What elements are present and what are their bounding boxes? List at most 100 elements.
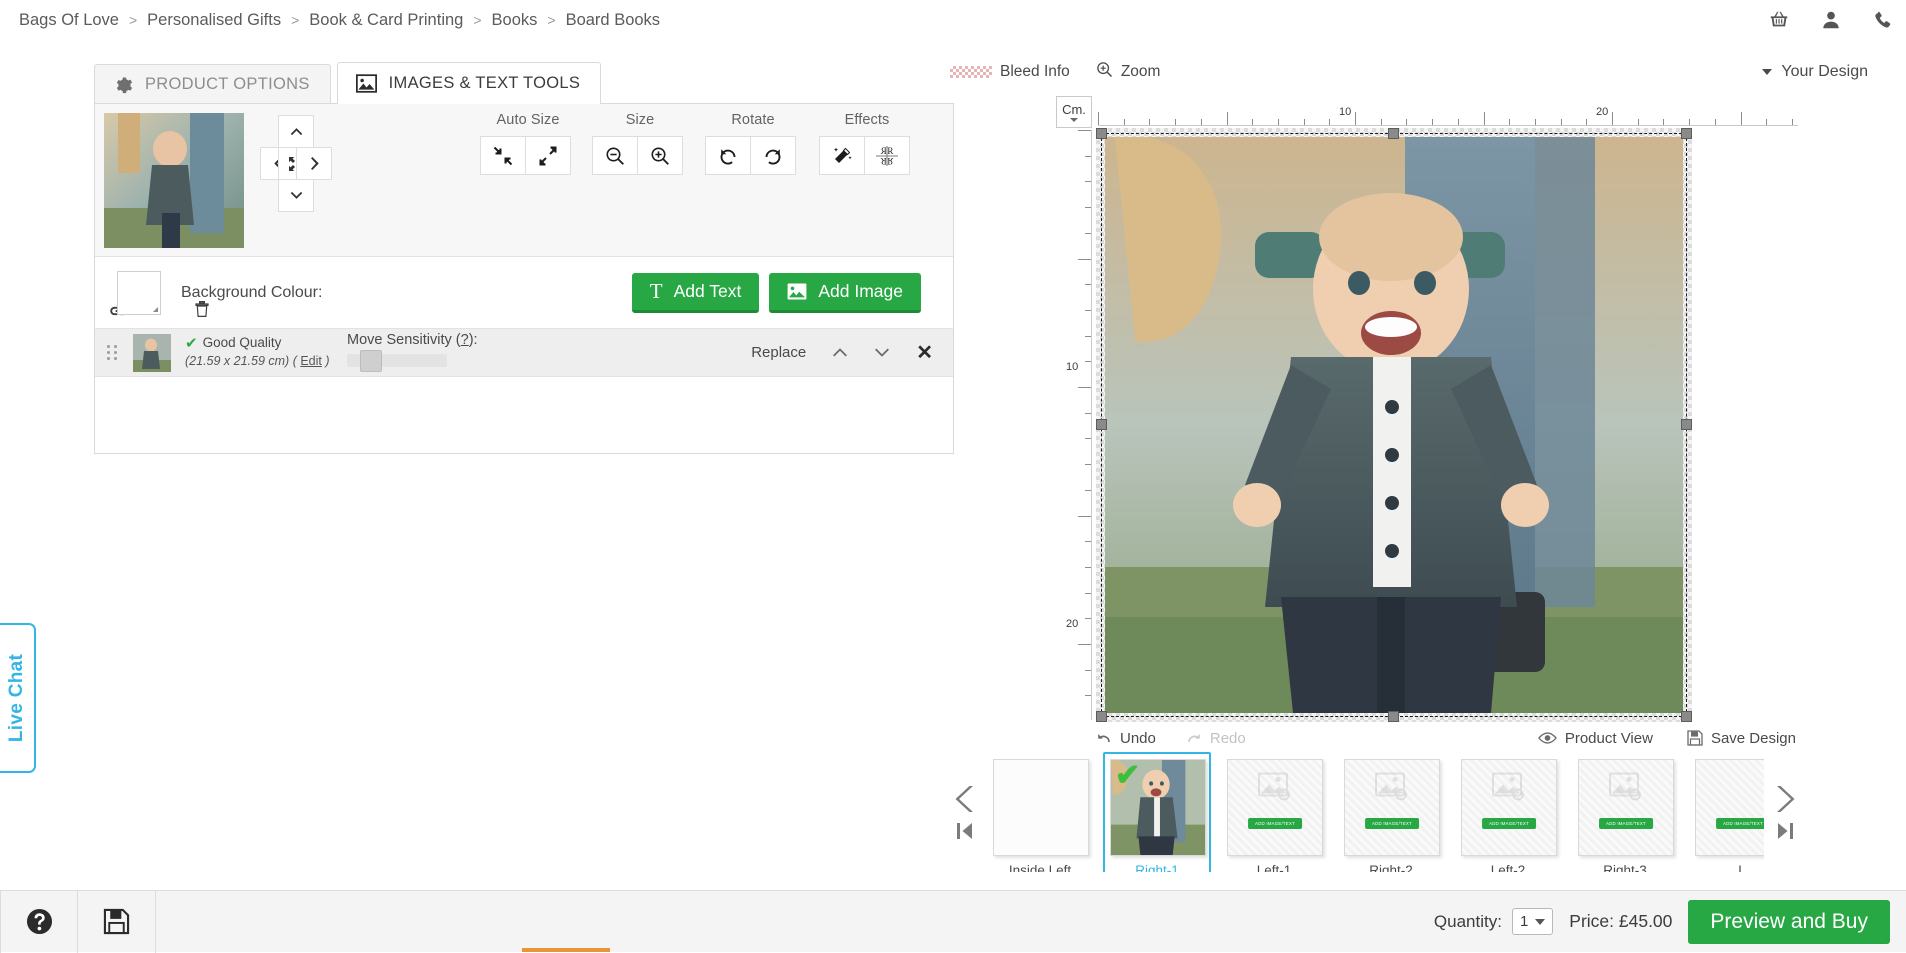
auto-size-fit-button[interactable]	[480, 136, 526, 175]
page-add-button[interactable]: ADD IMAGE/TEXT	[1248, 818, 1302, 829]
ruler-tick	[1637, 119, 1639, 125]
quantity-select[interactable]: 1	[1511, 908, 1554, 935]
rotate-left-button[interactable]	[705, 136, 751, 175]
drag-handle-icon[interactable]	[107, 345, 123, 360]
design-canvas[interactable]	[1096, 128, 1692, 722]
tool-group-label: Rotate	[731, 112, 775, 128]
auto-size-fill-button[interactable]	[525, 136, 571, 175]
your-design-dropdown[interactable]: Your Design	[1762, 63, 1896, 81]
bleed-info-button[interactable]: Bleed Info	[950, 63, 1070, 81]
undo-label: Undo	[1120, 729, 1156, 747]
slider-knob[interactable]	[360, 350, 382, 372]
layer-actions: Replace ✕	[751, 343, 933, 363]
breadcrumb-item-2[interactable]: Book & Card Printing	[300, 11, 472, 30]
ruler-unit-selector[interactable]: Cm.	[1056, 96, 1092, 128]
page-thumb-left-2[interactable]: ADD IMAGE/TEXT Left-2	[1454, 752, 1562, 872]
breadcrumb-item-4[interactable]: Board Books	[557, 11, 669, 30]
tab-images-text-tools[interactable]: IMAGES & TEXT TOOLS	[336, 62, 602, 104]
layer-move-down-button[interactable]	[874, 347, 890, 358]
page-thumb-right-3[interactable]: ADD IMAGE/TEXT Right-3	[1571, 752, 1679, 872]
image-placeholder-icon	[1375, 772, 1409, 805]
page-thumb-inside-left[interactable]: Inside Left	[986, 752, 1094, 872]
move-right-button[interactable]	[296, 147, 332, 180]
pages-prev-nav[interactable]	[944, 784, 986, 841]
artwork-image[interactable]	[1105, 137, 1683, 713]
image-placeholder-icon	[1609, 772, 1643, 805]
layer-dimensions: (21.59 x 21.59 cm) ( Edit )	[185, 354, 330, 370]
chevron-down-icon	[1070, 117, 1078, 122]
page-add-button[interactable]: ADD IMAGE/TEXT	[1716, 818, 1764, 829]
bleed-pattern-icon	[950, 66, 992, 78]
page-label: Right-1	[1135, 863, 1179, 872]
help-button[interactable]	[0, 890, 78, 953]
ruler-label: 10	[1339, 106, 1352, 118]
page-add-button[interactable]: ADD IMAGE/TEXT	[1599, 818, 1653, 829]
first-page-icon[interactable]	[956, 821, 974, 841]
pages-next-nav[interactable]	[1764, 784, 1806, 841]
page-add-button[interactable]: ADD IMAGE/TEXT	[1365, 818, 1419, 829]
last-page-icon[interactable]	[1776, 821, 1794, 841]
page-add-button[interactable]: ADD IMAGE/TEXT	[1482, 818, 1536, 829]
undo-button[interactable]: Undo	[1096, 730, 1156, 747]
pages-strip: Inside Left ✔ Right-1 ADD IMAGE/TEXT Lef…	[944, 752, 1806, 872]
chevron-left-icon[interactable]	[953, 784, 977, 814]
layer-edit-link[interactable]: Edit	[300, 354, 322, 368]
layer-thumbnail[interactable]	[133, 333, 171, 372]
move-dpad	[260, 115, 332, 212]
layer-replace-button[interactable]: Replace	[751, 344, 806, 361]
product-view-button[interactable]: Product View	[1537, 730, 1653, 747]
zoom-button[interactable]: Zoom	[1096, 61, 1161, 83]
move-sensitivity-slider[interactable]	[347, 350, 447, 372]
tool-group-label: Auto Size	[496, 112, 560, 128]
save-button[interactable]	[78, 890, 156, 953]
move-up-button[interactable]	[278, 115, 314, 148]
rotate-right-button[interactable]	[750, 136, 796, 175]
price-label: Price: £45.00	[1569, 911, 1673, 931]
zoom-out-button[interactable]	[592, 136, 638, 175]
zoom-label: Zoom	[1120, 63, 1161, 80]
flip-mirror-button[interactable]: R R R R	[864, 136, 910, 175]
ruler-unit-label: Cm.	[1062, 101, 1086, 117]
top-bar: Bags Of Love > Personalised Gifts > Book…	[0, 0, 1906, 40]
save-design-button[interactable]: Save Design	[1687, 730, 1796, 747]
layer-move-up-button[interactable]	[832, 347, 848, 358]
basket-icon[interactable]	[1768, 9, 1790, 31]
layer-dimensions-text: (21.59 x 21.59 cm) (	[185, 354, 297, 369]
layer-list-item[interactable]: ✔ Good Quality (21.59 x 21.59 cm) ( Edit…	[95, 329, 953, 377]
layer-list-empty-area	[95, 377, 953, 453]
tool-group-rotate: Rotate	[705, 112, 801, 175]
chevron-right-icon[interactable]	[1773, 784, 1797, 814]
ruler-tick	[1406, 119, 1408, 125]
page-label: Inside Left	[1008, 863, 1072, 872]
add-image-button[interactable]: Add Image	[769, 272, 921, 313]
ruler-tick	[1663, 119, 1665, 125]
page-thumb-right-2[interactable]: ADD IMAGE/TEXT Right-2	[1337, 752, 1445, 872]
ruler-tick	[1085, 207, 1091, 209]
your-design-label: Your Design	[1781, 63, 1868, 80]
account-icon[interactable]	[1820, 9, 1842, 31]
ruler-tick	[1329, 119, 1331, 125]
ruler-tick	[1303, 119, 1305, 125]
phone-icon[interactable]	[1872, 9, 1894, 31]
horizontal-ruler: 10 20	[1098, 100, 1798, 126]
move-sensitivity-help[interactable]: ?	[461, 332, 469, 348]
tab-product-options[interactable]: PRODUCT OPTIONS	[94, 64, 331, 104]
breadcrumb-item-3[interactable]: Books	[483, 11, 547, 30]
page-thumb-right-1[interactable]: ✔ Right-1	[1103, 752, 1211, 872]
page-thumb-left-1[interactable]: ADD IMAGE/TEXT Left-1	[1220, 752, 1328, 872]
selected-image-preview[interactable]	[104, 113, 244, 248]
page-thumb-partial[interactable]: ADD IMAGE/TEXT L	[1688, 752, 1764, 872]
breadcrumb-item-1[interactable]: Personalised Gifts	[138, 11, 290, 30]
live-chat-tab[interactable]: Live Chat	[0, 623, 36, 773]
move-down-button[interactable]	[278, 179, 314, 212]
breadcrumb-item-0[interactable]: Bags Of Love	[10, 11, 128, 30]
ruler-tick	[1740, 112, 1742, 125]
magic-wand-button[interactable]	[819, 136, 865, 175]
zoom-in-button[interactable]	[637, 136, 683, 175]
add-text-button[interactable]: T Add Text	[631, 272, 760, 313]
layer-remove-button[interactable]: ✕	[916, 343, 933, 363]
background-colour-swatch[interactable]	[117, 270, 161, 315]
preview-and-buy-button[interactable]: Preview and Buy	[1688, 899, 1890, 944]
delete-icon[interactable]	[194, 300, 210, 318]
svg-text:R: R	[881, 156, 887, 166]
